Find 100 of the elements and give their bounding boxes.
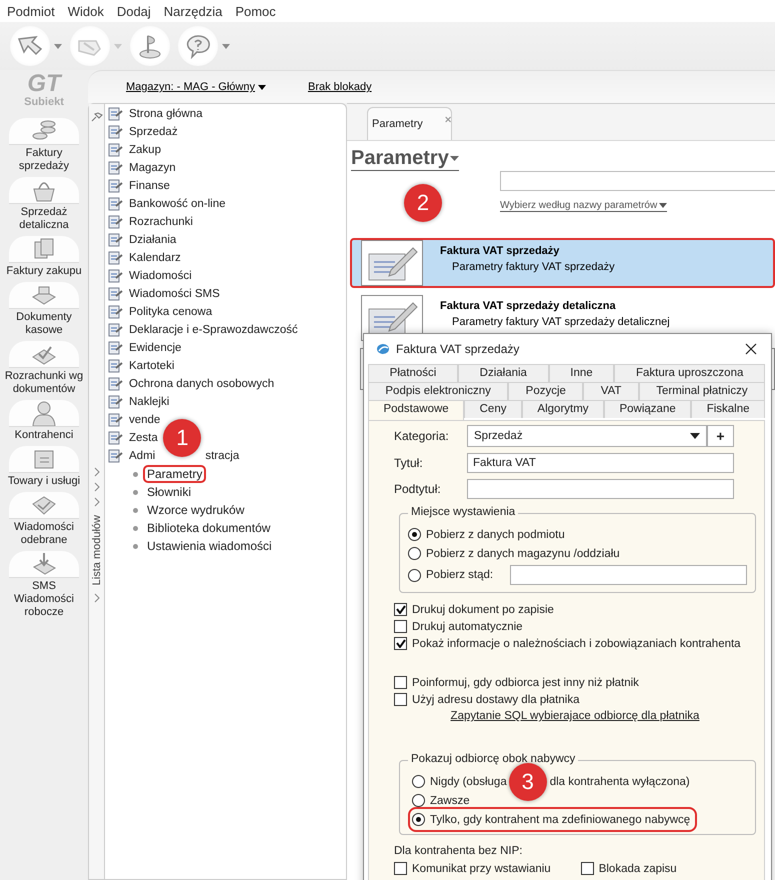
radio-button[interactable] — [412, 813, 425, 826]
tab[interactable]: Podstawowe — [368, 400, 464, 420]
tab[interactable]: Podpis elektroniczny — [368, 382, 508, 400]
radio-button[interactable] — [408, 568, 421, 582]
module-item[interactable]: Bankowość on-line — [128, 198, 227, 210]
module-item[interactable]: Słowniki — [145, 485, 194, 499]
module-item[interactable]: Parametry — [145, 467, 204, 481]
place-field[interactable] — [510, 565, 747, 585]
module-item[interactable]: stracja — [204, 450, 240, 462]
tab[interactable]: Fiskalne — [691, 400, 765, 418]
shortcut-button[interactable]: Sprzedaż detaliczna — [2, 177, 86, 232]
menu-item[interactable]: Pomoc — [235, 4, 276, 18]
toolbar-button[interactable] — [10, 26, 62, 66]
tab[interactable]: Działania — [458, 364, 549, 382]
toolbar-button[interactable] — [130, 26, 170, 66]
module-item[interactable]: Kartoteki — [128, 360, 176, 372]
tab[interactable]: Płatności — [368, 364, 458, 382]
tab[interactable]: Faktura uproszczona — [614, 364, 766, 382]
checkbox[interactable] — [394, 620, 407, 633]
page-icon — [107, 359, 123, 373]
shortcut-button[interactable]: Rozrachunki wg dokumentów — [2, 341, 86, 396]
module-item[interactable]: vende — [128, 414, 162, 426]
checkbox[interactable] — [394, 693, 407, 706]
shortcut-button[interactable]: Wiadomości odebrane — [2, 492, 86, 547]
module-item[interactable]: Finanse — [128, 180, 171, 192]
module-item[interactable]: Ewidencje — [128, 342, 182, 354]
caret-icon — [690, 433, 700, 439]
search-field[interactable] — [500, 171, 775, 191]
page-icon — [107, 341, 123, 355]
caret-icon — [222, 44, 230, 48]
checkbox[interactable] — [394, 862, 407, 875]
tab[interactable]: Inne — [548, 364, 614, 382]
page-icon — [107, 161, 123, 175]
shortcut-button[interactable]: Faktury sprzedaży — [2, 118, 86, 173]
module-item[interactable]: Naklejki — [128, 396, 170, 408]
parameter-item[interactable]: Faktura VAT sprzedaży Parametry faktury VAT sprzedaży — [350, 238, 775, 288]
app-name: Subiekt — [24, 96, 64, 108]
tab[interactable]: Pozycje — [508, 382, 584, 400]
module-item[interactable]: Sprzedaż — [128, 126, 179, 138]
menu-item[interactable]: Narzędzia — [164, 4, 222, 18]
module-item[interactable]: Ustawienia wiadomości — [145, 539, 274, 553]
module-item[interactable]: Magazyn — [128, 162, 177, 174]
page-icon — [107, 431, 123, 445]
app-logo-icon — [376, 343, 390, 355]
checkbox[interactable] — [394, 637, 407, 650]
radio-button[interactable] — [412, 775, 425, 788]
radio-label: Zawsze — [430, 794, 470, 806]
radio-button[interactable] — [408, 547, 421, 560]
module-item[interactable]: Wzorce wydruków — [145, 503, 246, 517]
check-icon — [396, 639, 406, 648]
sql-link[interactable]: Zapytanie SQL wybierajace odbiorcę dla płatnika — [450, 710, 700, 722]
checkbox-label: Pokaż informacje o należnościach i zobowiązaniach kontrahenta — [412, 638, 741, 650]
radio-button[interactable] — [408, 528, 421, 541]
checkbox[interactable] — [394, 603, 407, 616]
filter-dropdown[interactable]: Wybierz według nazwy parametrów — [500, 200, 668, 212]
checkbox[interactable] — [580, 862, 594, 875]
page-icon — [107, 287, 123, 301]
add-button[interactable]: + — [707, 425, 734, 447]
module-item[interactable]: Zakup — [128, 144, 162, 156]
module-item[interactable]: Wiadomości — [128, 270, 193, 282]
tab[interactable]: Powiązane — [604, 400, 692, 418]
tab[interactable]: Parametry — [367, 107, 452, 140]
shortcut-button[interactable]: SMS Wiadomości robocze — [2, 551, 86, 619]
module-item[interactable]: Zesta — [128, 432, 159, 444]
module-item[interactable]: Wiadomości SMS — [128, 288, 221, 300]
module-item[interactable]: Deklaracje i e-Sprawozdawczość — [128, 324, 299, 336]
page-title-dropdown[interactable]: Parametry — [351, 147, 459, 171]
caret-icon — [54, 44, 62, 48]
tab[interactable]: Terminal płatniczy — [638, 382, 766, 400]
toolbar-button[interactable] — [178, 26, 230, 66]
subtitle-field[interactable] — [467, 479, 734, 499]
module-item[interactable]: Polityka cenowa — [128, 306, 214, 318]
module-item[interactable]: Strona główna — [128, 108, 204, 120]
page-icon — [107, 251, 123, 265]
tab[interactable]: Algorytmy — [522, 400, 604, 418]
menu-item[interactable]: Dodaj — [116, 4, 151, 18]
page-icon — [107, 413, 123, 427]
module-item[interactable]: Ochrona danych osobowych — [128, 378, 276, 390]
radio-button[interactable] — [412, 794, 425, 807]
module-item[interactable]: Kalendarz — [128, 252, 182, 264]
shortcut-button[interactable]: Dokumenty kasowe — [2, 282, 86, 337]
caret-icon — [659, 203, 668, 208]
group-title: Miejsce wystawienia — [408, 506, 518, 518]
lock-link[interactable]: Brak blokady — [308, 81, 372, 93]
bullet-icon — [133, 472, 138, 476]
module-item[interactable]: Działania — [128, 234, 178, 246]
tab[interactable]: Ceny — [464, 400, 522, 418]
page-icon — [107, 197, 123, 211]
title-field[interactable]: Faktura VAT — [467, 453, 734, 473]
category-dropdown[interactable]: Sprzedaż — [467, 425, 707, 447]
menu-item[interactable]: Widok — [68, 4, 104, 18]
module-item[interactable]: Biblioteka dokumentów — [145, 521, 272, 535]
caret-icon — [258, 84, 266, 90]
tab[interactable]: VAT — [583, 382, 639, 400]
menu-item[interactable]: Podmiot — [7, 4, 55, 18]
checkbox[interactable] — [394, 676, 407, 689]
warehouse-dropdown[interactable]: Magazyn: - MAG - Główny — [126, 81, 266, 93]
module-item[interactable]: Rozrachunki — [128, 216, 194, 228]
checkbox-label: Poinformuj, gdy odbiorca jest inny niż płatnik — [412, 676, 639, 688]
module-item[interactable]: Admi — [128, 450, 156, 462]
